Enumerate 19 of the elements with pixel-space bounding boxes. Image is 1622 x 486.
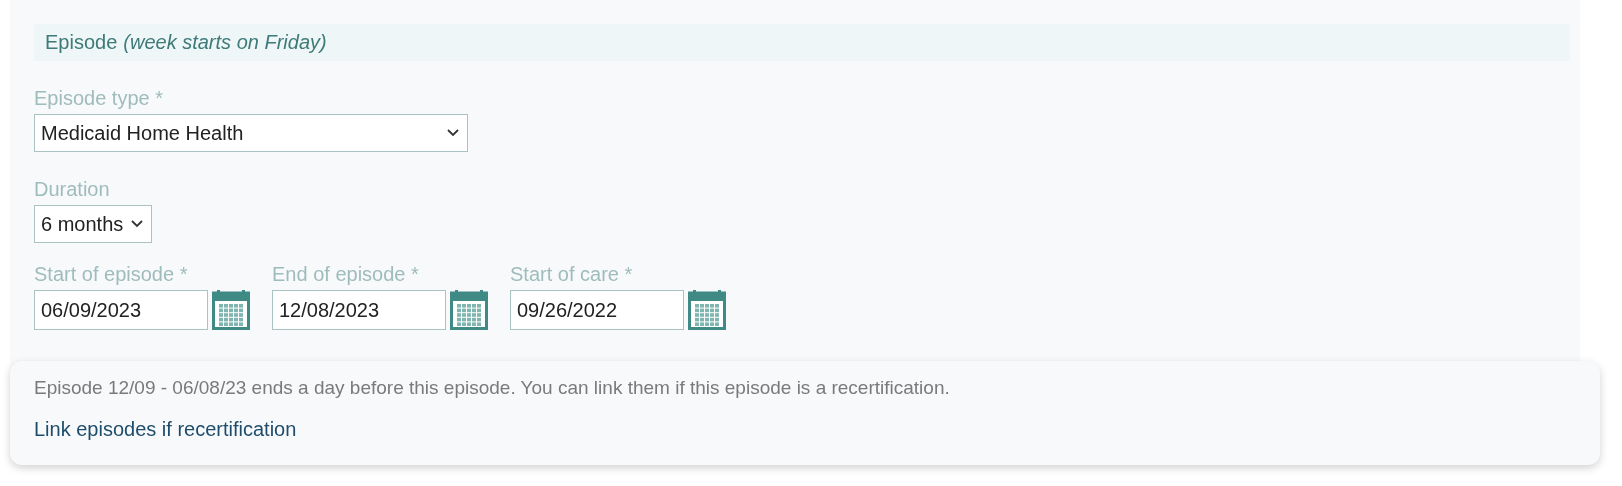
field-label: Episode type *: [34, 87, 163, 110]
date-field[interactable]: 09/26/2022: [510, 290, 684, 330]
field-label: Duration: [34, 178, 110, 201]
field-label: Start of care *: [510, 263, 633, 286]
recertification-link[interactable]: Link episodes if recertification: [34, 418, 297, 441]
calendar-icon[interactable]: [450, 290, 488, 330]
date-field[interactable]: 06/09/2023: [34, 290, 208, 330]
episode-type-dropdown[interactable]: Medicaid Home Health: [34, 114, 468, 152]
field-label: End of episode *: [272, 263, 419, 286]
notice-message: Episode 12/09 - 06/08/23 ends a day before this episode. You can link them if this episode is a recertification.: [34, 377, 951, 399]
calendar-icon[interactable]: [212, 290, 250, 330]
duration-dropdown[interactable]: 6 months: [34, 205, 153, 243]
chevron-down-icon: [131, 220, 144, 228]
date-field[interactable]: 12/08/2023: [272, 290, 446, 330]
calendar-icon[interactable]: [688, 290, 726, 330]
chevron-down-icon: [447, 129, 459, 137]
field-label: Start of episode *: [34, 263, 188, 286]
section-note: (week starts on Friday): [123, 31, 327, 54]
section-title: Episode: [45, 31, 118, 54]
